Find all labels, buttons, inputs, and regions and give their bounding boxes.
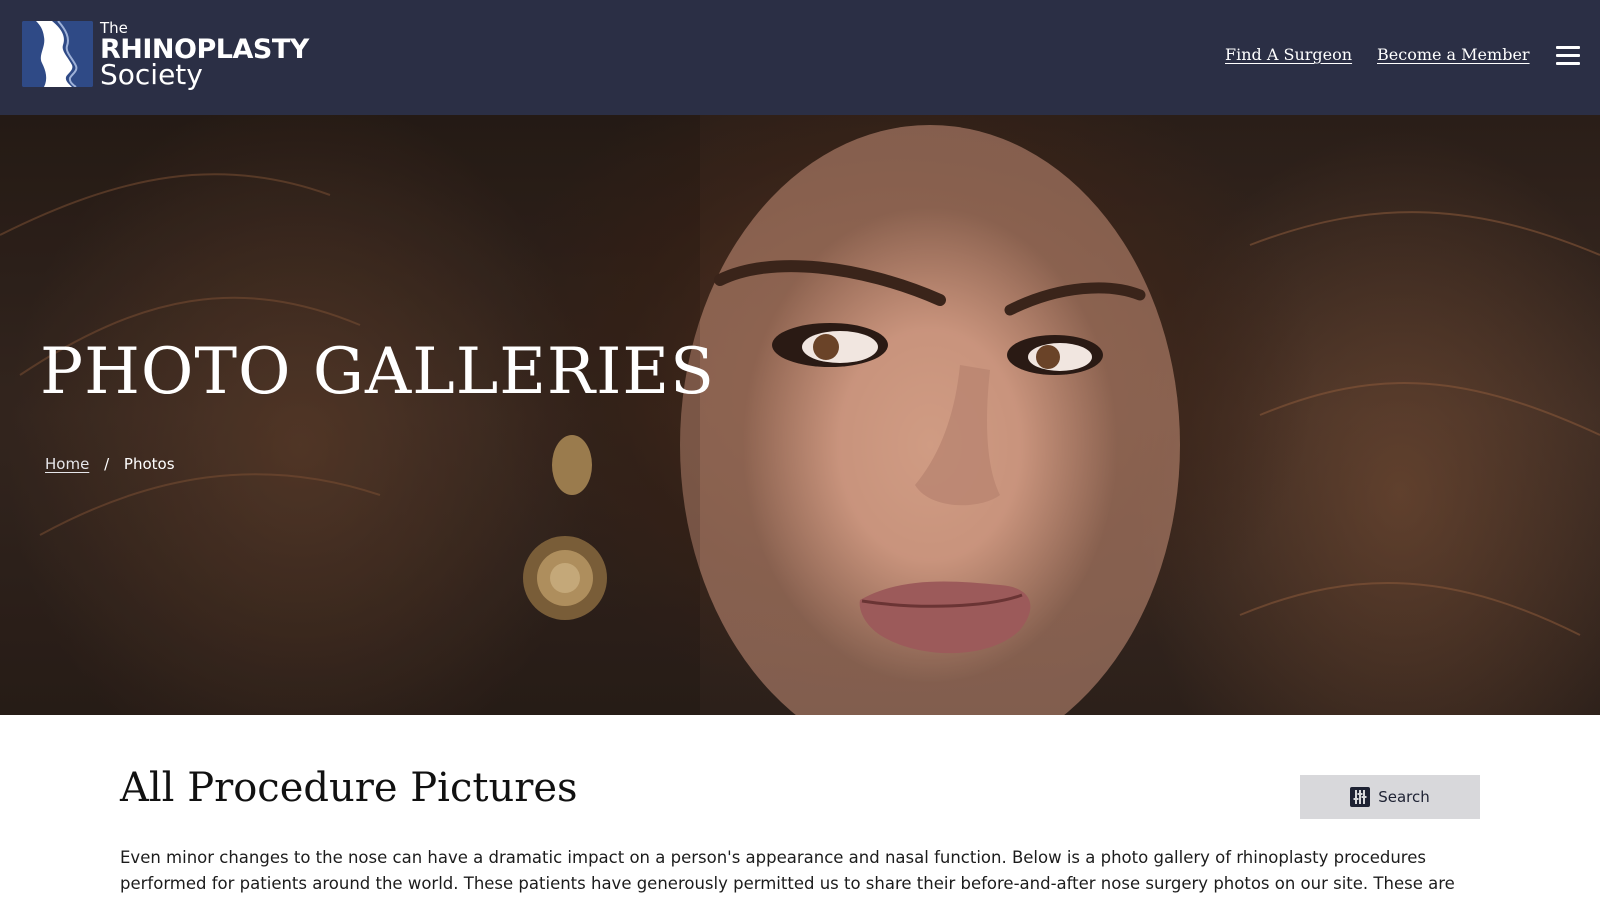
hero-banner: PHOTO GALLERIES Home / Photos	[0, 115, 1600, 715]
site-header: The RHINOPLASTY Society Find A Surgeon B…	[0, 0, 1600, 115]
logo-profile-icon	[22, 21, 93, 87]
breadcrumb-home-link[interactable]: Home	[45, 455, 89, 473]
page-title: PHOTO GALLERIES	[40, 335, 715, 409]
intro-paragraph: Even minor changes to the nose can have …	[120, 848, 1455, 893]
breadcrumb-separator: /	[104, 455, 110, 473]
logo-text: The RHINOPLASTY Society	[100, 20, 309, 89]
site-logo[interactable]: The RHINOPLASTY Society	[22, 20, 322, 93]
nav-find-a-surgeon[interactable]: Find A Surgeon	[1225, 45, 1352, 64]
logo-society: Society	[100, 58, 203, 91]
hero-portrait-image	[0, 115, 1600, 715]
hamburger-menu-icon[interactable]	[1556, 46, 1580, 66]
search-button-label: Search	[1378, 788, 1430, 806]
breadcrumb: Home / Photos	[45, 455, 175, 473]
nav-become-a-member[interactable]: Become a Member	[1377, 45, 1530, 64]
search-button[interactable]: Search	[1300, 775, 1480, 819]
section-title: All Procedure Pictures	[120, 765, 578, 811]
breadcrumb-current: Photos	[123, 455, 175, 473]
filter-sliders-icon	[1350, 787, 1371, 807]
